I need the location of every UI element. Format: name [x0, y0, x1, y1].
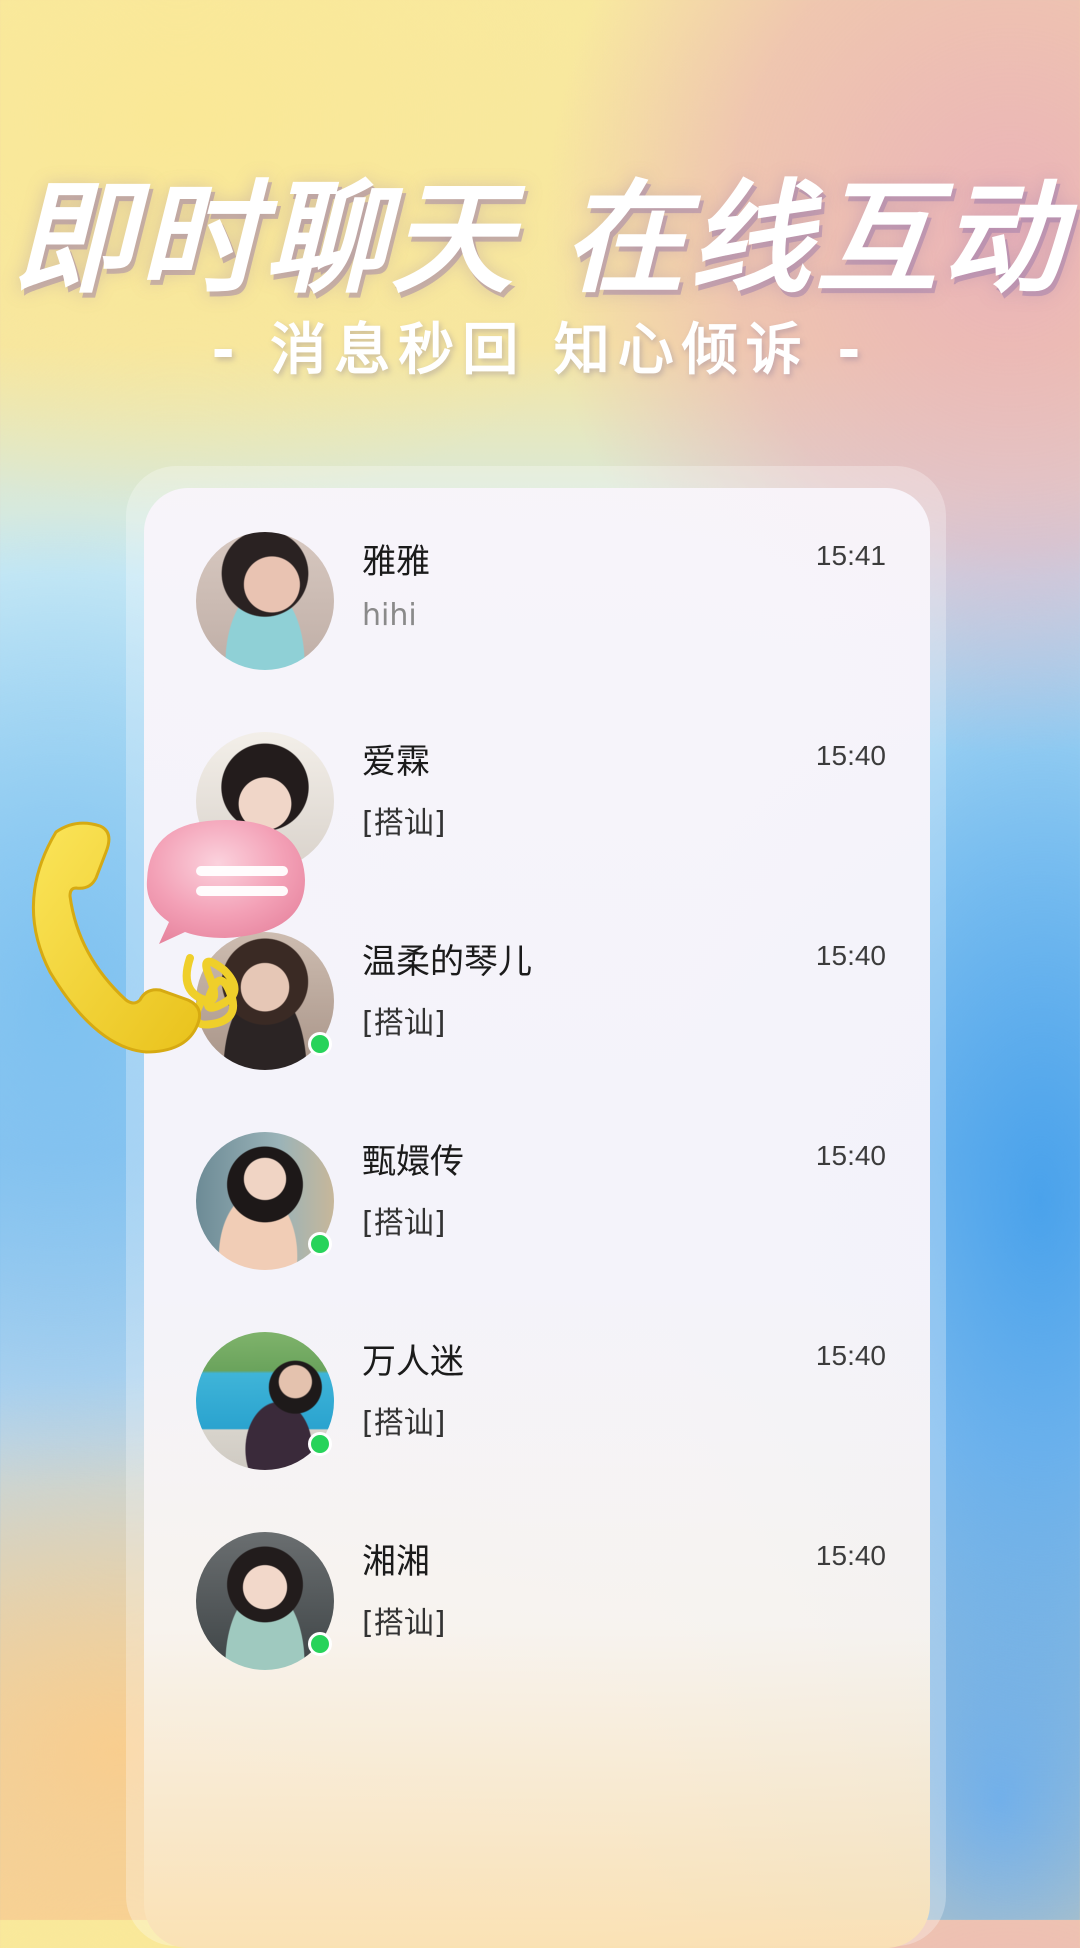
contact-name: 温柔的琴儿	[362, 942, 532, 982]
contact-name: 雅雅	[362, 542, 430, 582]
chat-list-item[interactable]: 甄嬛传 15:40 [搭讪]	[144, 1088, 930, 1270]
contact-name: 万人迷	[362, 1342, 464, 1382]
online-status-dot	[308, 1432, 332, 1456]
contact-name: 爱霖	[362, 742, 430, 782]
avatar[interactable]	[196, 1132, 334, 1270]
banner-headline: 即时聊天 在线互动	[12, 168, 1068, 310]
avatar[interactable]	[196, 1532, 334, 1670]
avatar[interactable]	[196, 532, 334, 670]
online-status-dot	[308, 1232, 332, 1256]
message-preview: [搭讪]	[362, 1206, 446, 1241]
chat-list-card: 雅雅 15:41 hihi 爱霖 15:40 [搭讪] 温柔的琴儿 15:40 …	[144, 488, 930, 1948]
message-time: 15:40	[815, 740, 886, 771]
message-preview: [搭讪]	[362, 1406, 446, 1441]
message-time: 15:40	[815, 1540, 886, 1571]
message-time: 15:40	[815, 1140, 886, 1171]
message-preview: [搭讪]	[362, 1606, 446, 1641]
contact-name: 湘湘	[362, 1542, 430, 1582]
contact-name: 甄嬛传	[362, 1142, 464, 1182]
message-time: 15:40	[815, 1340, 886, 1371]
message-preview: [搭讪]	[362, 806, 446, 841]
online-status-dot	[308, 1632, 332, 1656]
banner-subline: - 消息秒回 知心倾诉 -	[211, 318, 869, 383]
telephone-handset-icon	[31, 820, 305, 1054]
message-preview: hihi	[362, 598, 417, 633]
chat-list-item[interactable]: 雅雅 15:41 hihi	[144, 488, 930, 670]
message-preview: [搭讪]	[362, 1006, 446, 1041]
chat-list-item[interactable]: 湘湘 15:40 [搭讪]	[144, 1488, 930, 1670]
chat-list-item[interactable]: 万人迷 15:40 [搭讪]	[144, 1288, 930, 1470]
message-time: 15:41	[815, 540, 886, 571]
avatar[interactable]	[196, 1332, 334, 1470]
message-time: 15:40	[815, 940, 886, 971]
